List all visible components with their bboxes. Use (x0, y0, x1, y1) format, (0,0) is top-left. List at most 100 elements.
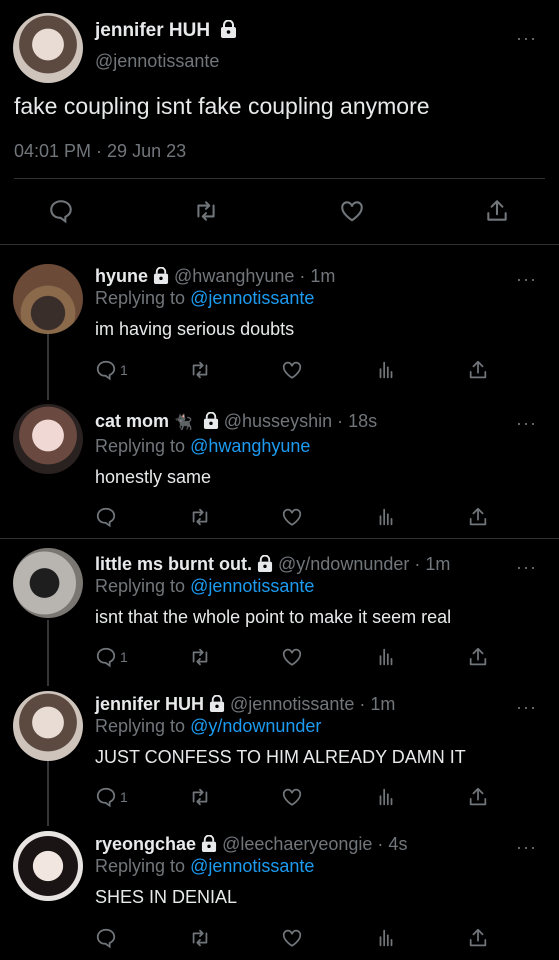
retweet-icon (192, 788, 208, 806)
share-button[interactable] (467, 505, 489, 529)
share-icon (469, 507, 487, 526)
retweet-button[interactable] (189, 785, 211, 809)
share-icon (469, 647, 487, 666)
replying-to: Replying to @jennotissante (95, 288, 315, 308)
analytics-icon (379, 508, 393, 526)
reply-text: honestly same (95, 467, 212, 487)
more-icon[interactable]: ··· (516, 838, 537, 856)
handle[interactable]: @y/ndownunder · 1m (278, 554, 450, 574)
divider (0, 538, 559, 539)
analytics-icon (379, 929, 393, 947)
reply-icon[interactable] (48, 198, 74, 224)
like-icon (282, 648, 302, 666)
reply-text: im having serious doubts (95, 319, 295, 339)
retweet-icon[interactable] (193, 198, 219, 224)
display-name[interactable]: little ms burnt out. (95, 554, 252, 574)
action-bar: 1 (95, 358, 495, 382)
reply-button[interactable]: 1 (95, 645, 128, 669)
lock-icon (153, 267, 169, 284)
reply-button[interactable]: 1 (95, 358, 128, 382)
more-icon[interactable]: ··· (516, 698, 537, 716)
replying-to: Replying to @y/ndownunder (95, 716, 322, 736)
handle[interactable]: @hwanghyune · 1m (174, 266, 335, 286)
more-icon[interactable]: ··· (516, 270, 537, 288)
timestamp[interactable]: 04:01 PM · 29 Jun 23 (14, 141, 186, 162)
reply-button[interactable] (95, 926, 120, 950)
share-button[interactable] (467, 926, 489, 950)
mention-link[interactable]: @y/ndownunder (190, 716, 321, 736)
mention-link[interactable]: @jennotissante (190, 576, 314, 596)
reply-header: hyune @hwanghyune · 1m (95, 266, 335, 287)
share-icon[interactable] (484, 198, 510, 224)
avatar[interactable] (13, 13, 83, 83)
handle[interactable]: @jennotissante · 1m (230, 694, 395, 714)
analytics-icon (379, 648, 393, 666)
share-button[interactable] (467, 358, 489, 382)
analytics-button[interactable] (375, 785, 397, 809)
analytics-button[interactable] (375, 358, 397, 382)
display-name[interactable]: ryeongchae (95, 834, 196, 854)
thread-line (47, 334, 49, 400)
display-name[interactable]: cat mom (95, 411, 169, 431)
retweet-icon (192, 929, 208, 947)
lock-icon (203, 412, 218, 429)
analytics-button[interactable] (375, 926, 397, 950)
reply-icon (96, 507, 116, 528)
more-icon[interactable]: ··· (516, 414, 537, 432)
analytics-button[interactable] (375, 505, 397, 529)
share-icon (469, 787, 487, 806)
share-icon (469, 360, 487, 379)
replying-to: Replying to @jennotissante (95, 576, 315, 596)
retweet-icon (192, 508, 208, 526)
like-icon (282, 929, 302, 947)
retweet-button[interactable] (189, 505, 211, 529)
reply-button[interactable]: 1 (95, 785, 128, 809)
like-button[interactable] (281, 505, 303, 529)
like-icon (282, 361, 302, 379)
share-button[interactable] (467, 645, 489, 669)
retweet-button[interactable] (189, 645, 211, 669)
display-name[interactable]: jennifer HUH (95, 694, 204, 714)
like-icon[interactable] (339, 198, 365, 224)
like-icon (282, 788, 302, 806)
reply-count: 1 (120, 649, 128, 665)
like-icon (282, 508, 302, 526)
like-button[interactable] (281, 358, 303, 382)
more-icon[interactable]: ··· (516, 29, 537, 47)
avatar[interactable] (13, 831, 83, 901)
handle[interactable]: @jennotissante (95, 51, 219, 72)
avatar[interactable] (13, 691, 83, 761)
action-bar: 1 (95, 645, 495, 669)
display-name[interactable]: hyune (95, 266, 148, 286)
like-button[interactable] (281, 785, 303, 809)
retweet-button[interactable] (189, 358, 211, 382)
reply-icon (96, 360, 116, 381)
reply-text: isnt that the whole point to make it see… (95, 607, 452, 627)
mention-link[interactable]: @hwanghyune (190, 436, 310, 456)
action-bar (95, 926, 495, 950)
avatar[interactable] (13, 404, 83, 474)
handle[interactable]: @leechaeryeongie · 4s (222, 834, 407, 854)
mention-link[interactable]: @jennotissante (190, 856, 314, 876)
reply-icon (96, 928, 116, 949)
like-button[interactable] (281, 645, 303, 669)
more-icon[interactable]: ··· (516, 558, 537, 576)
thread-line (47, 760, 49, 826)
reply-text: JUST CONFESS TO HIM ALREADY DAMN IT (95, 747, 466, 767)
reply-button[interactable] (95, 505, 120, 529)
handle[interactable]: @husseyshin · 18s (224, 411, 377, 431)
share-button[interactable] (467, 785, 489, 809)
like-button[interactable] (281, 926, 303, 950)
analytics-button[interactable] (375, 645, 397, 669)
replying-to: Replying to @hwanghyune (95, 436, 311, 456)
display-name[interactable]: jennifer HUH (95, 20, 237, 42)
divider (14, 178, 545, 179)
reply-icon (96, 647, 116, 668)
avatar[interactable] (13, 548, 83, 618)
retweet-button[interactable] (189, 926, 211, 950)
divider (0, 244, 559, 245)
retweet-icon (192, 648, 208, 666)
main-tweet: jennifer HUH @jennotissante ··· fake cou… (0, 0, 559, 245)
avatar[interactable] (13, 264, 83, 334)
mention-link[interactable]: @jennotissante (190, 288, 314, 308)
